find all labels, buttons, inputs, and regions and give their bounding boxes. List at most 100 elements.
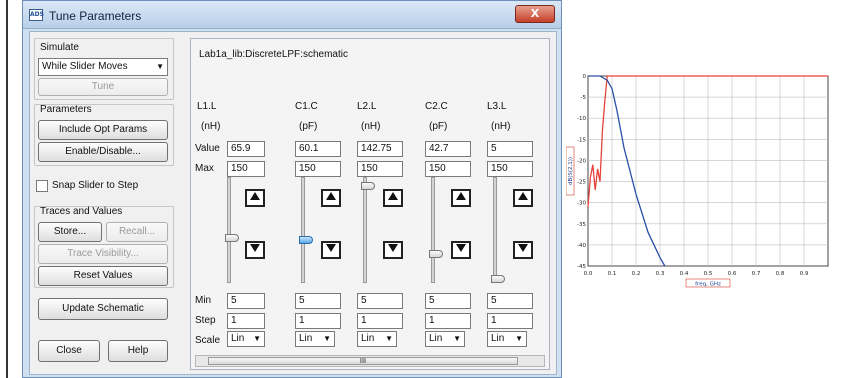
scroll-thumb[interactable]: III — [208, 357, 518, 365]
param-scale-value: Lin — [429, 333, 443, 344]
param-value-field[interactable]: 5 — [487, 141, 533, 157]
param-step-field[interactable]: 1 — [227, 313, 265, 329]
tune-parameters-window: ADS Tune Parameters X Simulate While Sli… — [22, 0, 562, 378]
param-slider-thumb[interactable] — [299, 235, 313, 244]
param-step-field[interactable]: 1 — [357, 313, 403, 329]
param-step-field[interactable]: 1 — [425, 313, 471, 329]
param-min-field[interactable]: 5 — [357, 293, 403, 309]
param-max-field[interactable]: 150 — [295, 161, 341, 177]
param-slider-thumb[interactable] — [491, 275, 505, 283]
snap-slider-label: Snap Slider to Step — [52, 180, 139, 191]
param-value-field[interactable]: 65.9 — [227, 141, 265, 157]
enable-disable-button[interactable]: Enable/Disable... — [38, 142, 168, 162]
param-slider-thumb[interactable] — [361, 181, 375, 190]
param-slider-track[interactable] — [363, 177, 367, 283]
y-tick-label: -15 — [577, 137, 586, 143]
snap-slider-checkbox[interactable] — [36, 180, 48, 192]
reset-values-button[interactable]: Reset Values — [38, 266, 168, 286]
param-slider-thumb[interactable] — [429, 249, 443, 258]
increment-button[interactable] — [513, 189, 533, 207]
param-step-field[interactable]: 1 — [295, 313, 341, 329]
recall-button[interactable]: Recall... — [106, 222, 168, 242]
param-scale-value: Lin — [299, 333, 313, 344]
param-column: C1.C (pF) 60.1 150 5 1 Lin ▼ — [295, 101, 351, 351]
x-tick-label: 0.9 — [800, 271, 809, 277]
param-slider-track[interactable] — [493, 177, 497, 283]
title-bar[interactable]: ADS Tune Parameters X — [23, 1, 561, 29]
arrow-up-icon — [388, 192, 398, 200]
param-min-field[interactable]: 5 — [295, 293, 341, 309]
param-unit: (nH) — [491, 121, 511, 132]
param-scale-select[interactable]: Lin ▼ — [487, 331, 527, 347]
decrement-button[interactable] — [245, 241, 265, 259]
param-slider-thumb[interactable] — [225, 233, 239, 242]
x-tick-label: 0.4 — [680, 271, 689, 277]
arrow-up-icon — [250, 192, 260, 200]
y-tick-label: -45 — [577, 264, 586, 270]
param-value-field[interactable]: 60.1 — [295, 141, 341, 157]
update-schematic-button[interactable]: Update Schematic — [38, 298, 168, 320]
param-max-field[interactable]: 150 — [227, 161, 265, 177]
param-slider-track[interactable] — [227, 177, 231, 283]
param-min-field[interactable]: 5 — [425, 293, 471, 309]
param-scale-select[interactable]: Lin ▼ — [425, 331, 465, 347]
decrement-button[interactable] — [451, 241, 471, 259]
param-value-field[interactable]: 142.75 — [357, 141, 403, 157]
decrement-button[interactable] — [321, 241, 341, 259]
param-scale-value: Lin — [491, 333, 505, 344]
param-slider-track[interactable] — [301, 177, 305, 283]
param-column: L1.L (nH) 65.9 150 5 1 Lin ▼ — [197, 101, 283, 351]
param-max-field[interactable]: 150 — [487, 161, 533, 177]
param-scale-select[interactable]: Lin ▼ — [295, 331, 335, 347]
x-axis-label: freq, GHz — [695, 282, 721, 288]
x-tick-label: 0.2 — [632, 271, 641, 277]
y-tick-label: -10 — [577, 116, 586, 122]
y-tick-label: -5 — [581, 95, 587, 101]
increment-button[interactable] — [321, 189, 341, 207]
min-row-label: Min — [195, 295, 212, 306]
max-row-label: Max — [195, 163, 214, 174]
parameter-panel: Lab1a_lib:DiscreteLPF:schematic Value Ma… — [190, 38, 550, 370]
chevron-down-icon: ▼ — [453, 334, 461, 343]
store-button[interactable]: Store... — [38, 222, 102, 242]
param-scale-select[interactable]: Lin ▼ — [357, 331, 397, 347]
x-tick-label: 0.7 — [752, 271, 761, 277]
y-tick-label: 0 — [583, 74, 587, 80]
decrement-button[interactable] — [513, 241, 533, 259]
trace-visibility-button[interactable]: Trace Visibility... — [38, 244, 168, 264]
y-tick-label: -25 — [577, 180, 586, 186]
decrement-button[interactable] — [383, 241, 403, 259]
param-min-field[interactable]: 5 — [487, 293, 533, 309]
tune-button[interactable]: Tune — [38, 78, 168, 96]
param-max-field[interactable]: 150 — [425, 161, 471, 177]
param-scale-value: Lin — [231, 333, 245, 344]
y-tick-label: -40 — [577, 243, 586, 249]
window-close-button[interactable]: X — [515, 5, 555, 23]
simulate-mode-value: While Slider Moves — [42, 61, 128, 72]
increment-button[interactable] — [383, 189, 403, 207]
increment-button[interactable] — [245, 189, 265, 207]
param-name: L1.L — [197, 101, 217, 112]
include-opt-params-button[interactable]: Include Opt Params — [38, 120, 168, 140]
param-unit: (nH) — [361, 121, 381, 132]
arrow-down-icon — [250, 244, 260, 252]
arrow-up-icon — [326, 192, 336, 200]
x-tick-label: 0.5 — [704, 271, 713, 277]
param-max-field[interactable]: 150 — [357, 161, 403, 177]
param-slider-track[interactable] — [431, 177, 435, 283]
param-step-field[interactable]: 1 — [487, 313, 533, 329]
increment-button[interactable] — [451, 189, 471, 207]
param-name: C2.C — [425, 101, 448, 112]
chevron-down-icon: ▼ — [253, 334, 261, 343]
param-min-field[interactable]: 5 — [227, 293, 265, 309]
horizontal-scrollbar[interactable]: III — [195, 355, 545, 367]
simulate-mode-select[interactable]: While Slider Moves ▼ — [38, 58, 168, 76]
chevron-down-icon: ▼ — [515, 334, 523, 343]
help-button[interactable]: Help — [108, 340, 168, 362]
chevron-down-icon: ▼ — [156, 62, 164, 71]
param-value-field[interactable]: 42.7 — [425, 141, 471, 157]
param-name: L3.L — [487, 101, 507, 112]
x-tick-label: 0.1 — [608, 271, 617, 277]
close-button[interactable]: Close — [38, 340, 100, 362]
param-scale-select[interactable]: Lin ▼ — [227, 331, 265, 347]
